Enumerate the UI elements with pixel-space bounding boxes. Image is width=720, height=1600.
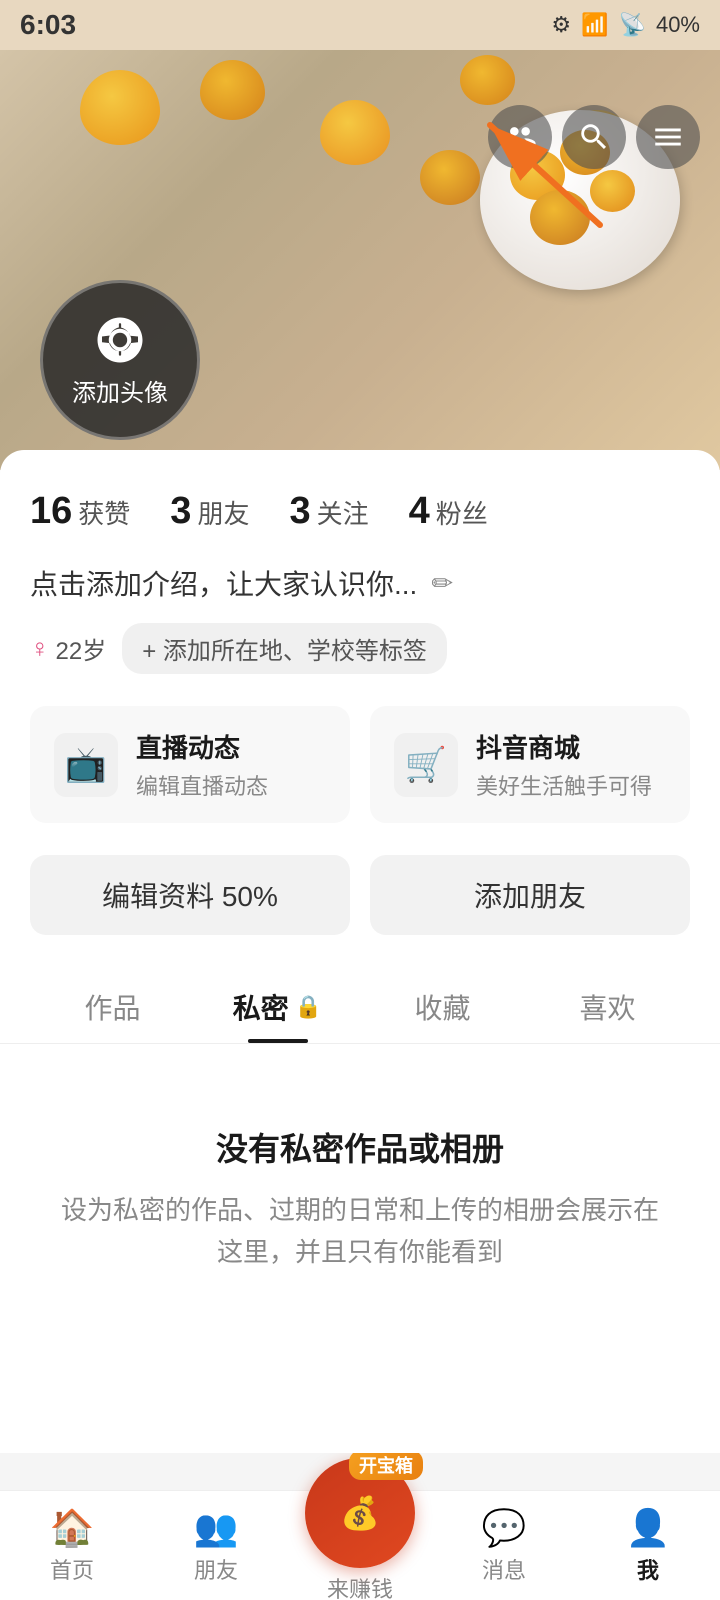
- earn-button[interactable]: 开宝箱 💰: [305, 1458, 415, 1568]
- battery-text: 40%: [656, 12, 700, 38]
- friends-button[interactable]: [488, 105, 552, 169]
- fruit-decoration-3: [320, 100, 390, 165]
- likes-count: 16: [30, 490, 72, 533]
- age-text: 22岁: [56, 631, 107, 666]
- nav-home[interactable]: 🏠 首页: [0, 1491, 144, 1600]
- edit-profile-button[interactable]: 编辑资料 50%: [30, 855, 350, 935]
- status-time: 6:03: [20, 9, 76, 41]
- live-sub: 编辑直播动态: [136, 769, 268, 801]
- nav-home-label: 首页: [50, 1553, 94, 1585]
- tab-works-label: 作品: [84, 987, 140, 1027]
- shop-feature-card[interactable]: 🛒 抖音商城 美好生活触手可得: [370, 706, 690, 823]
- status-bar: 6:03 ⚙ 📶 📡 40%: [0, 0, 720, 50]
- avatar-circle[interactable]: 添加头像: [40, 280, 200, 440]
- shop-title: 抖音商城: [476, 728, 652, 765]
- bowl-fruit-4: [530, 190, 590, 245]
- signal-icon: 📡: [619, 12, 646, 38]
- following-stat[interactable]: 3 关注: [289, 490, 368, 533]
- following-label: 关注: [317, 494, 369, 531]
- lock-icon: 🔒: [295, 994, 322, 1020]
- followers-label: 粉丝: [436, 494, 488, 531]
- add-tag-button[interactable]: + 添加所在地、学校等标签: [122, 623, 447, 674]
- empty-desc: 设为私密的作品、过期的日常和上传的相册会展示在这里，并且只有你能看到: [60, 1190, 660, 1273]
- live-feature-info: 直播动态 编辑直播动态: [136, 728, 268, 801]
- live-title: 直播动态: [136, 728, 268, 765]
- friends-label: 朋友: [197, 494, 249, 531]
- tab-favorites-label: 收藏: [414, 987, 470, 1027]
- friends-count: 3: [170, 490, 191, 533]
- shop-icon: 🛒: [394, 733, 458, 797]
- nav-messages-label: 消息: [482, 1553, 526, 1585]
- edit-bio-icon[interactable]: ✏: [431, 568, 453, 599]
- followers-stat[interactable]: 4 粉丝: [409, 490, 488, 533]
- menu-button[interactable]: [636, 105, 700, 169]
- bio-row[interactable]: 点击添加介绍，让大家认识你... ✏: [30, 563, 690, 603]
- tab-favorites[interactable]: 收藏: [360, 967, 525, 1043]
- tab-private[interactable]: 私密 🔒: [195, 967, 360, 1043]
- stats-row: 16 获赞 3 朋友 3 关注 4 粉丝: [30, 480, 690, 533]
- tab-works[interactable]: 作品: [30, 967, 195, 1043]
- bottom-nav: 🏠 首页 👥 朋友 开宝箱 💰 来赚钱 💬 消息 👤 我: [0, 1490, 720, 1600]
- tab-likes-label: 喜欢: [579, 987, 635, 1027]
- nav-earn[interactable]: 开宝箱 💰 来赚钱: [288, 1488, 432, 1600]
- fruit-decoration-1: [80, 70, 160, 145]
- tab-bar: 作品 私密 🔒 收藏 喜欢: [0, 967, 720, 1044]
- bluetooth-icon: ⚙: [551, 12, 571, 38]
- nav-friends[interactable]: 👥 朋友: [144, 1491, 288, 1600]
- status-icons: ⚙ 📶 📡 40%: [551, 12, 700, 38]
- likes-label: 获赞: [78, 494, 130, 531]
- tags-row: ♀ 22岁 + 添加所在地、学校等标签: [30, 623, 690, 674]
- live-icon: 📺: [54, 733, 118, 797]
- likes-stat[interactable]: 16 获赞: [30, 490, 130, 533]
- friends-stat[interactable]: 3 朋友: [170, 490, 249, 533]
- add-avatar-label: 添加头像: [72, 373, 168, 408]
- treasure-badge: 开宝箱: [349, 1450, 423, 1480]
- nav-messages[interactable]: 💬 消息: [432, 1491, 576, 1600]
- coin-icon: 💰: [340, 1494, 380, 1532]
- shop-sub: 美好生活触手可得: [476, 769, 652, 801]
- shop-feature-info: 抖音商城 美好生活触手可得: [476, 728, 652, 801]
- top-actions: [488, 105, 700, 169]
- following-count: 3: [289, 490, 310, 533]
- nav-earn-label: 来赚钱: [327, 1572, 393, 1600]
- bio-text: 点击添加介绍，让大家认识你...: [30, 563, 417, 603]
- bowl-fruit-3: [590, 170, 635, 212]
- age-tag: ♀ 22岁: [30, 631, 106, 666]
- feature-cards: 📺 直播动态 编辑直播动态 🛒 抖音商城 美好生活触手可得: [30, 706, 690, 823]
- friends-nav-icon: 👥: [194, 1507, 239, 1549]
- gender-icon: ♀: [30, 633, 50, 664]
- action-buttons: 编辑资料 50% 添加朋友: [30, 855, 690, 935]
- avatar-area[interactable]: 添加头像: [40, 280, 200, 440]
- empty-state: 没有私密作品或相册 设为私密的作品、过期的日常和上传的相册会展示在这里，并且只有…: [30, 1044, 690, 1333]
- fruit-decoration-2: [200, 60, 265, 120]
- wifi-icon: 📶: [581, 12, 608, 38]
- profile-nav-icon: 👤: [626, 1507, 671, 1549]
- profile-content: 16 获赞 3 朋友 3 关注 4 粉丝 点击添加介绍，让大家认识你... ✏ …: [0, 450, 720, 1453]
- nav-profile-label: 我: [637, 1553, 659, 1585]
- add-friend-button[interactable]: 添加朋友: [370, 855, 690, 935]
- bottom-spacer: [30, 1333, 690, 1453]
- tab-private-label: 私密: [233, 987, 289, 1027]
- nav-friends-label: 朋友: [194, 1553, 238, 1585]
- messages-icon: 💬: [482, 1507, 527, 1549]
- live-feature-card[interactable]: 📺 直播动态 编辑直播动态: [30, 706, 350, 823]
- empty-title: 没有私密作品或相册: [60, 1124, 660, 1170]
- cover-area: 添加头像: [0, 50, 720, 470]
- tab-likes[interactable]: 喜欢: [525, 967, 690, 1043]
- nav-profile[interactable]: 👤 我: [576, 1491, 720, 1600]
- search-button[interactable]: [562, 105, 626, 169]
- home-icon: 🏠: [50, 1507, 95, 1549]
- followers-count: 4: [409, 490, 430, 533]
